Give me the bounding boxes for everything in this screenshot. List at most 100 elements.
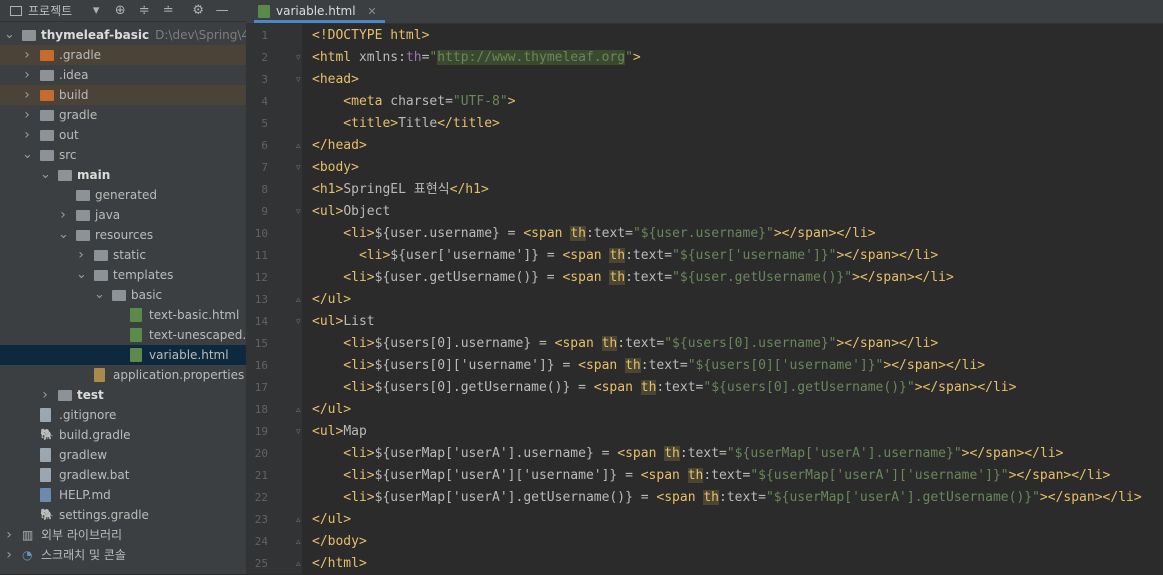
- tab-variable-html[interactable]: variable.html ✕: [254, 0, 385, 23]
- tree-item[interactable]: › out: [0, 125, 246, 145]
- tree-item[interactable]: ⌄ main: [0, 165, 246, 185]
- code-line[interactable]: <body>: [312, 157, 359, 179]
- chevron-right-icon[interactable]: ›: [22, 125, 32, 145]
- code-line[interactable]: </ul>: [312, 509, 351, 531]
- code-token: ></span></li>: [961, 446, 1064, 461]
- tree-item[interactable]: ⌄ thymeleaf-basic D:\dev\Spring\4\: [0, 25, 246, 45]
- code-token: http://www.thymeleaf.org: [437, 50, 626, 65]
- tree-item[interactable]: ⌄ basic: [0, 285, 246, 305]
- project-view-icon[interactable]: [10, 5, 22, 16]
- tree-item[interactable]: text-basic.html: [0, 305, 246, 325]
- tree-item[interactable]: application.properties: [0, 365, 246, 385]
- tree-item[interactable]: text-unescaped.html: [0, 325, 246, 345]
- code-token: ": [625, 50, 633, 65]
- code-line[interactable]: <li>${userMap['userA'].username} = <span…: [312, 443, 1063, 465]
- code-token: <span: [640, 468, 688, 483]
- minimize-icon[interactable]: —: [214, 3, 230, 18]
- chevron-down-icon[interactable]: ⌄: [94, 285, 105, 305]
- file-icon: [40, 448, 51, 462]
- code-line[interactable]: <li>${user['username']} = <span th:text=…: [312, 245, 938, 267]
- tree-item-label: main: [77, 165, 110, 185]
- project-panel-title[interactable]: 프로젝트: [28, 2, 72, 19]
- code-editor[interactable]: <!DOCTYPE html> <html xmlns:th="http://ww…: [302, 24, 1163, 574]
- collapse-all-icon[interactable]: ≐: [160, 3, 176, 18]
- tree-item[interactable]: › java: [0, 205, 246, 225]
- close-icon[interactable]: ✕: [367, 5, 376, 18]
- gear-icon[interactable]: ⚙: [190, 3, 206, 18]
- code-line[interactable]: <title>Title</title>: [312, 113, 500, 135]
- code-token: <span: [617, 446, 665, 461]
- tree-item-label: variable.html: [149, 345, 229, 365]
- tree-item-label: gradlew.bat: [59, 465, 129, 485]
- code-line[interactable]: </head>: [312, 135, 367, 157]
- code-token: </ul>: [312, 292, 352, 307]
- tree-item-text: variable.html: [149, 348, 229, 362]
- chevron-down-icon[interactable]: ⌄: [4, 25, 15, 45]
- chevron-down-icon[interactable]: ⌄: [76, 265, 87, 285]
- chevron-right-icon[interactable]: ›: [4, 525, 14, 545]
- tree-item-label: gradle: [59, 105, 97, 125]
- code-line[interactable]: <meta charset="UTF-8">: [312, 91, 515, 113]
- chevron-right-icon[interactable]: ›: [76, 245, 86, 265]
- chevron-down-icon[interactable]: ⌄: [58, 225, 69, 245]
- target-icon[interactable]: ⊕: [112, 3, 128, 18]
- code-line[interactable]: <html xmlns:th="http://www.thymeleaf.org…: [312, 47, 641, 69]
- line-number: 8: [261, 183, 268, 196]
- html-file-icon: [130, 328, 142, 342]
- chevron-right-icon[interactable]: ›: [40, 385, 50, 405]
- tree-item-text: thymeleaf-basic: [41, 28, 150, 42]
- code-line[interactable]: <!DOCTYPE html>: [312, 25, 429, 47]
- tree-item[interactable]: 🐘 build.gradle: [0, 425, 246, 445]
- chevron-down-icon[interactable]: ▾: [88, 3, 104, 18]
- tree-item[interactable]: › .idea: [0, 65, 246, 85]
- tree-item[interactable]: › gradle: [0, 105, 246, 125]
- chevron-right-icon[interactable]: ›: [4, 545, 14, 565]
- code-line[interactable]: <li>${users[0].getUsername()} = <span th…: [312, 377, 1016, 399]
- tree-item-text: resources: [95, 228, 154, 242]
- code-line[interactable]: <li>${users[0].username} = <span th:text…: [312, 333, 938, 355]
- tree-item[interactable]: › ◔ 스크래치 및 콘솔: [0, 545, 246, 565]
- code-line[interactable]: </ul>: [312, 399, 351, 421]
- code-line[interactable]: <head>: [312, 69, 359, 91]
- tree-item-text: settings.gradle: [59, 508, 149, 522]
- code-line[interactable]: <li>${userMap['userA']['username']} = <s…: [312, 465, 1110, 487]
- code-line[interactable]: <li>${userMap['userA'].getUsername()} = …: [312, 487, 1142, 509]
- code-token: ></span></li>: [914, 380, 1017, 395]
- tree-item[interactable]: generated: [0, 185, 246, 205]
- tree-item[interactable]: ⌄ src: [0, 145, 246, 165]
- code-line[interactable]: <li>${users[0]['username']} = <span th:t…: [312, 355, 985, 377]
- code-line[interactable]: <h1>SpringEL 표현식</h1>: [312, 179, 489, 201]
- expand-all-icon[interactable]: ≑: [136, 3, 152, 18]
- tree-item[interactable]: 🐘 settings.gradle: [0, 505, 246, 525]
- tree-item[interactable]: › static: [0, 245, 246, 265]
- tree-item[interactable]: gradlew: [0, 445, 246, 465]
- tree-item[interactable]: › ▥ 외부 라이브러리: [0, 525, 246, 545]
- code-line[interactable]: </body>: [312, 531, 367, 553]
- tree-item[interactable]: › .gradle: [0, 45, 246, 65]
- line-number: 20: [254, 447, 268, 460]
- code-line[interactable]: </ul>: [312, 289, 351, 311]
- code-line[interactable]: <ul>List: [312, 311, 375, 333]
- chevron-right-icon[interactable]: ›: [22, 85, 32, 105]
- tree-item[interactable]: ⌄ templates: [0, 265, 246, 285]
- chevron-right-icon[interactable]: ›: [22, 105, 32, 125]
- tree-item[interactable]: › test: [0, 385, 246, 405]
- chevron-right-icon[interactable]: ›: [22, 45, 32, 65]
- code-line[interactable]: <li>${user.username} = <span th:text="${…: [312, 223, 876, 245]
- chevron-right-icon[interactable]: ›: [22, 65, 32, 85]
- chevron-down-icon[interactable]: ⌄: [40, 165, 51, 185]
- chevron-right-icon[interactable]: ›: [58, 205, 68, 225]
- code-line[interactable]: <ul>Object: [312, 201, 390, 223]
- tree-item[interactable]: variable.html: [0, 345, 246, 365]
- tree-item[interactable]: gradlew.bat: [0, 465, 246, 485]
- code-line[interactable]: </html>: [312, 553, 367, 575]
- code-line[interactable]: <ul>Map: [312, 421, 367, 443]
- tree-item[interactable]: HELP.md: [0, 485, 246, 505]
- tree-item[interactable]: ⌄ resources: [0, 225, 246, 245]
- chevron-down-icon[interactable]: ⌄: [22, 145, 33, 165]
- code-line[interactable]: <li>${user.getUsername()} = <span th:tex…: [312, 267, 954, 289]
- tree-item[interactable]: › build: [0, 85, 246, 105]
- code-token: "${users[0]['username']}": [687, 358, 884, 373]
- code-token: :text=: [719, 490, 766, 505]
- tree-item[interactable]: .gitignore: [0, 405, 246, 425]
